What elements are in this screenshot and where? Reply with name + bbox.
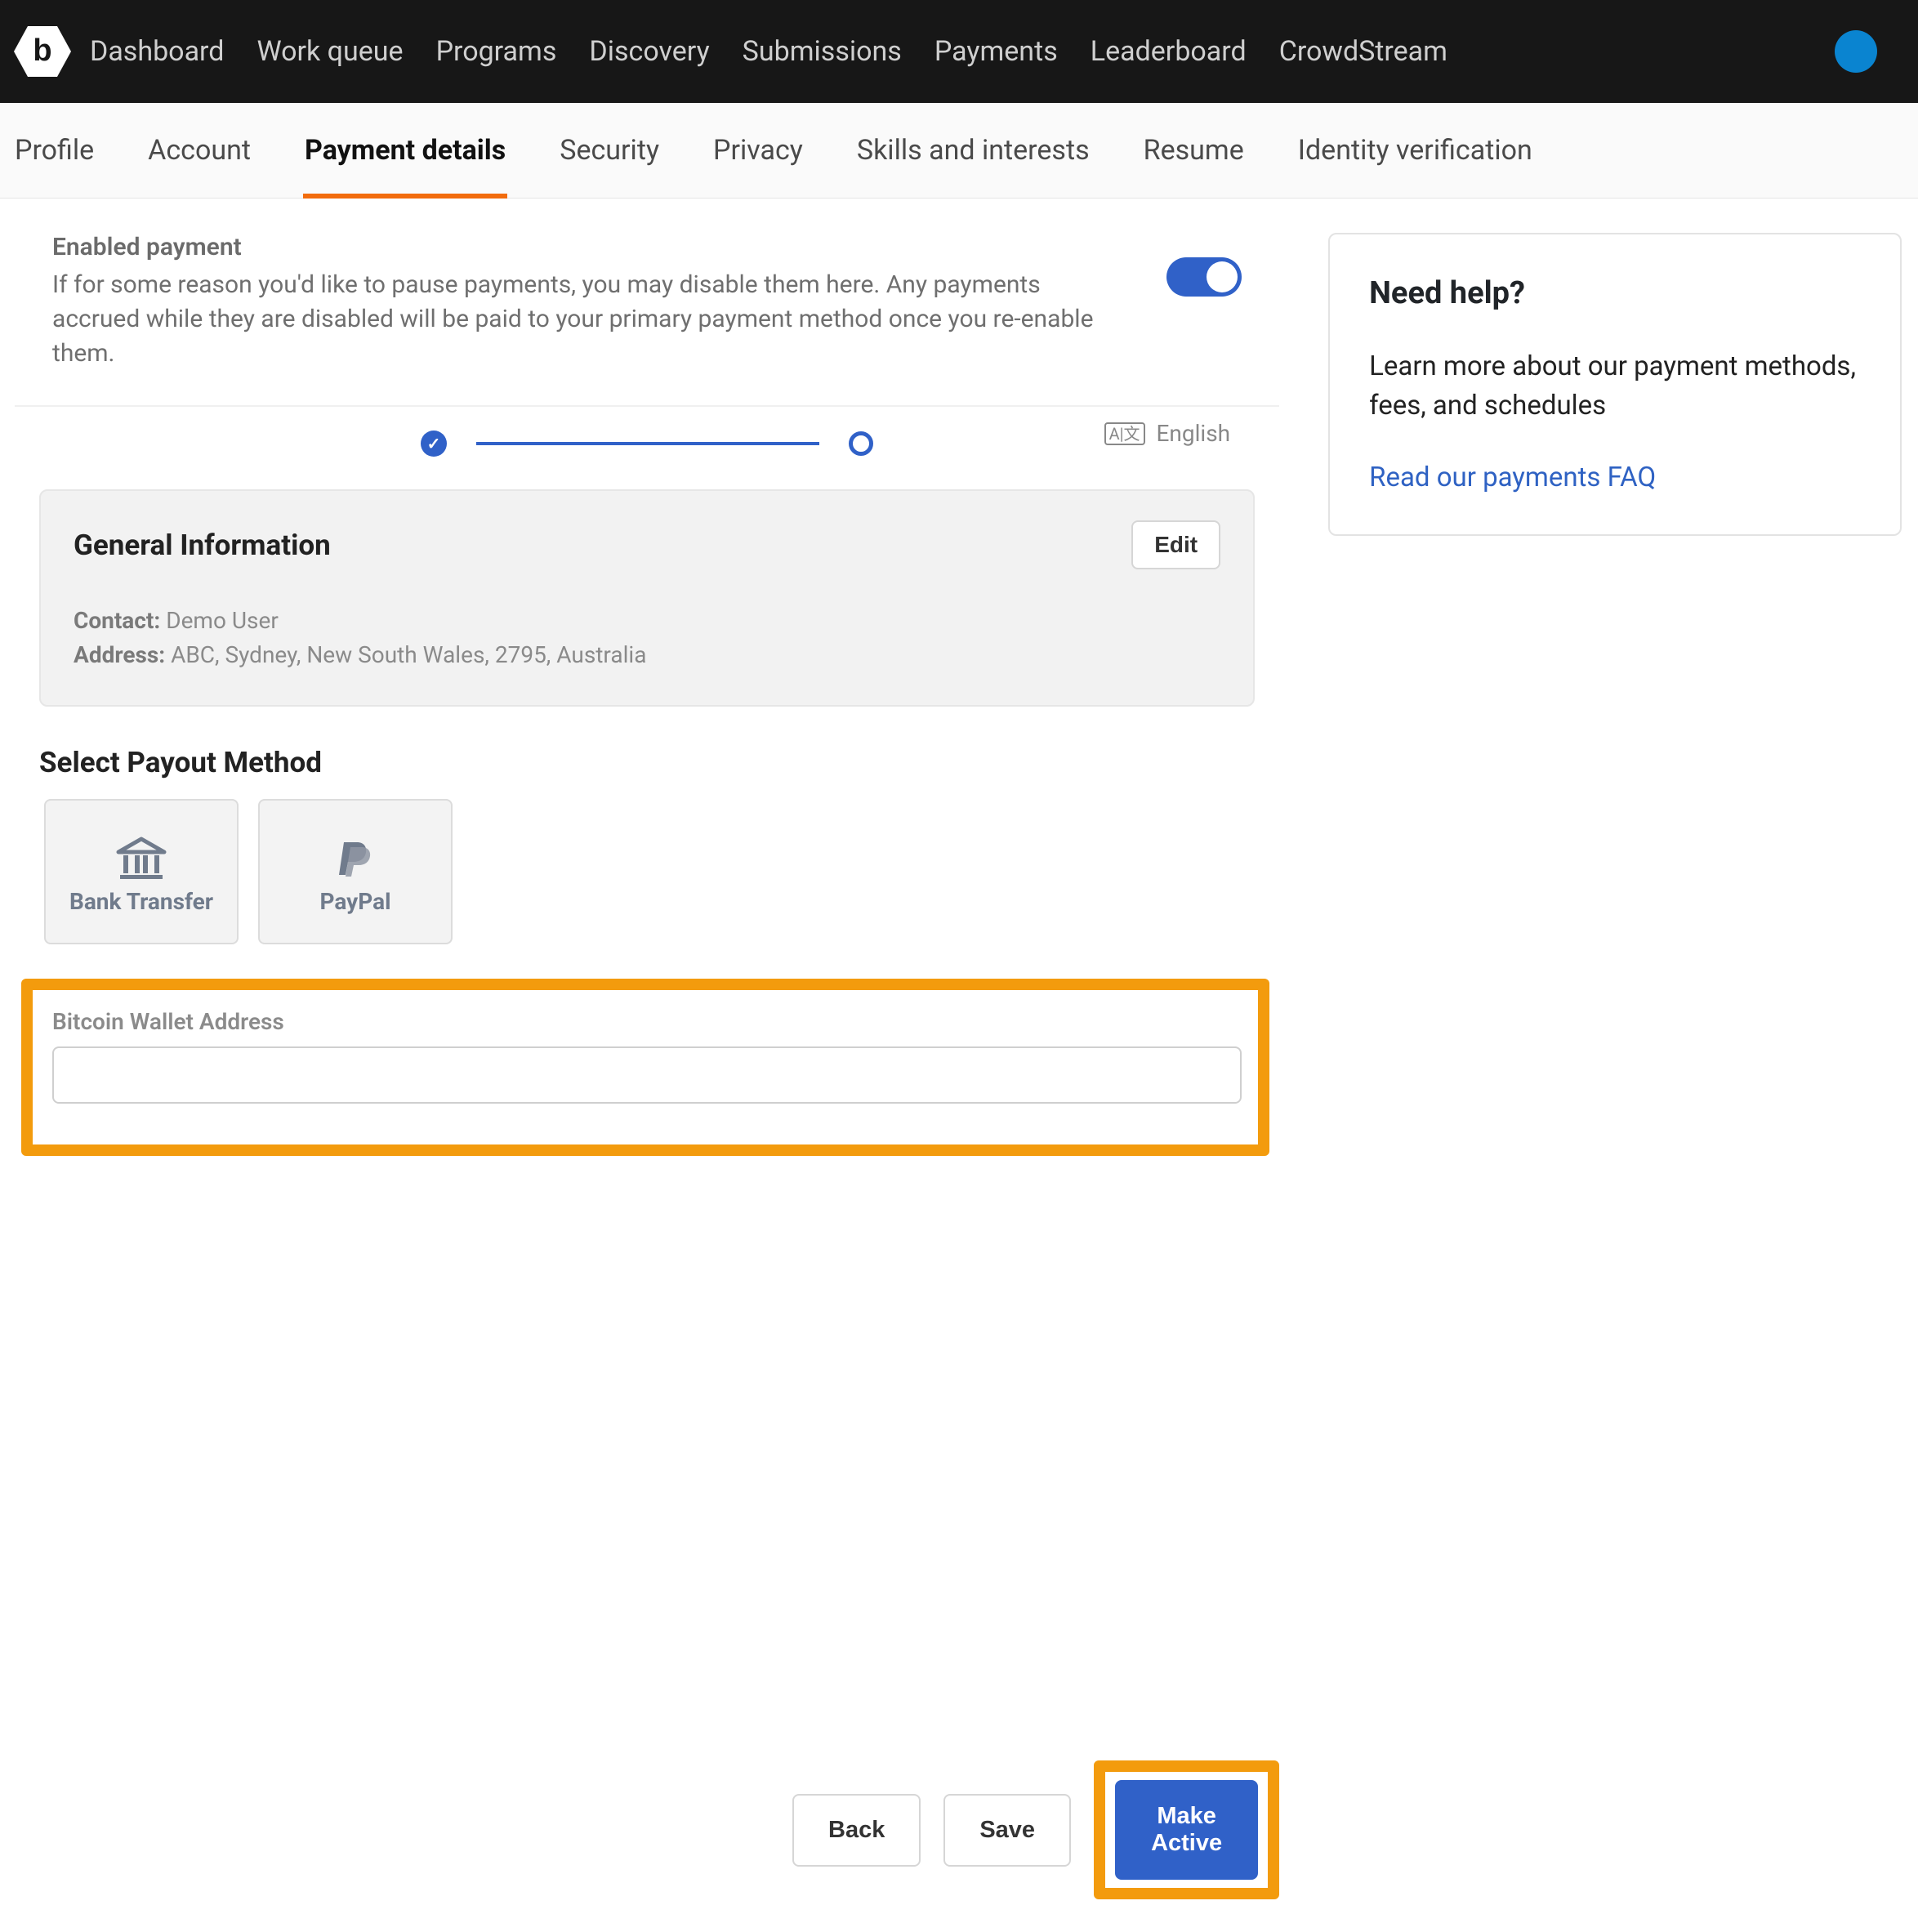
general-info-card: General Information Edit Contact: Demo U…: [39, 489, 1255, 707]
tab-account[interactable]: Account: [146, 103, 252, 198]
contact-label: Contact:: [74, 607, 160, 634]
bitcoin-address-input[interactable]: [52, 1046, 1242, 1104]
enabled-payment-toggle[interactable]: [1166, 257, 1242, 297]
bitcoin-address-block: Bitcoin Wallet Address: [21, 979, 1269, 1156]
bitcoin-address-label: Bitcoin Wallet Address: [52, 1008, 1242, 1035]
nav-programs[interactable]: Programs: [436, 35, 557, 68]
method-bank-transfer[interactable]: Bank Transfer: [44, 799, 239, 944]
bugcrowd-logo-icon: b: [14, 26, 71, 77]
tab-resume[interactable]: Resume: [1142, 103, 1246, 198]
save-button[interactable]: Save: [943, 1794, 1071, 1867]
language-label: English: [1157, 420, 1231, 447]
bank-icon: [115, 829, 167, 888]
top-navbar: b Dashboard Work queue Programs Discover…: [0, 0, 1918, 103]
step-connector: [476, 442, 819, 445]
make-active-highlight: Make Active: [1094, 1760, 1279, 1899]
general-info-title: General Information: [74, 529, 331, 562]
enabled-payment-title: Enabled payment: [52, 233, 1134, 261]
svg-text:b: b: [33, 33, 51, 68]
nav-dashboard[interactable]: Dashboard: [90, 35, 224, 68]
address-label: Address:: [74, 641, 165, 668]
enabled-payment-row: Enabled payment If for some reason you'd…: [15, 233, 1279, 407]
progress-stepper: [15, 431, 1279, 489]
topnav-links: Dashboard Work queue Programs Discovery …: [90, 35, 1835, 68]
nav-discovery[interactable]: Discovery: [589, 35, 709, 68]
nav-leaderboard[interactable]: Leaderboard: [1091, 35, 1247, 68]
method-bank-label: Bank Transfer: [69, 888, 213, 915]
nav-submissions[interactable]: Submissions: [743, 35, 902, 68]
paypal-icon: [332, 829, 378, 888]
subtabs-bar: Profile Account Payment details Security…: [0, 103, 1918, 199]
payout-method-row: Bank Transfer PayPal: [44, 799, 1279, 944]
select-payout-heading: Select Payout Method: [39, 746, 1279, 779]
side-column: Need help? Learn more about our payment …: [1328, 233, 1902, 1932]
logo[interactable]: b: [10, 26, 75, 77]
method-paypal[interactable]: PayPal: [258, 799, 453, 944]
address-line: Address: ABC, Sydney, New South Wales, 2…: [74, 638, 1220, 672]
edit-button[interactable]: Edit: [1131, 520, 1220, 569]
tab-payment-details[interactable]: Payment details: [303, 103, 507, 198]
language-icon: A|文: [1104, 422, 1145, 445]
help-title: Need help?: [1369, 275, 1861, 311]
contact-value: Demo User: [166, 607, 279, 634]
nav-payments[interactable]: Payments: [934, 35, 1058, 68]
help-faq-link[interactable]: Read our payments FAQ: [1369, 462, 1656, 493]
back-button[interactable]: Back: [792, 1794, 921, 1867]
page-body: Enabled payment If for some reason you'd…: [0, 199, 1918, 1932]
nav-work-queue[interactable]: Work queue: [256, 35, 403, 68]
avatar[interactable]: [1835, 30, 1877, 73]
step-1-done-icon: [421, 431, 447, 457]
method-paypal-label: PayPal: [319, 888, 390, 915]
tab-skills[interactable]: Skills and interests: [855, 103, 1091, 198]
footer-buttons: Back Save Make Active: [792, 1760, 1279, 1932]
tab-profile[interactable]: Profile: [13, 103, 96, 198]
tab-privacy[interactable]: Privacy: [711, 103, 805, 198]
nav-crowdstream[interactable]: CrowdStream: [1279, 35, 1447, 68]
main-column: Enabled payment If for some reason you'd…: [15, 233, 1279, 1932]
enabled-payment-desc: If for some reason you'd like to pause p…: [52, 268, 1134, 371]
contact-line: Contact: Demo User: [74, 604, 1220, 638]
help-text: Learn more about our payment methods, fe…: [1369, 347, 1861, 426]
help-card: Need help? Learn more about our payment …: [1328, 233, 1902, 536]
make-active-button[interactable]: Make Active: [1115, 1780, 1258, 1880]
tab-security[interactable]: Security: [558, 103, 661, 198]
tab-identity[interactable]: Identity verification: [1296, 103, 1534, 198]
address-value: ABC, Sydney, New South Wales, 2795, Aust…: [171, 641, 646, 668]
step-2-pending-icon: [849, 431, 873, 456]
